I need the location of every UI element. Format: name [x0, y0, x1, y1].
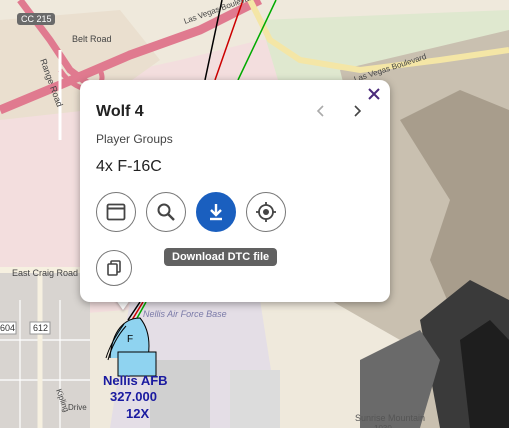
airbase-marker-letter: F — [127, 334, 133, 345]
download-icon — [210, 204, 222, 221]
popup-aircraft: 4x F-16C — [96, 158, 162, 175]
copy-icon — [107, 260, 121, 276]
label-sunrise-mountain: Sunrise Mountain — [355, 413, 425, 423]
copy-button[interactable] — [96, 250, 132, 286]
locate-button[interactable] — [246, 192, 286, 232]
chevron-left-icon — [316, 105, 324, 117]
label-route-604: 604 — [0, 323, 15, 333]
prev-button[interactable] — [310, 102, 332, 124]
open-window-button[interactable] — [96, 192, 136, 232]
label-nellis-afb-area: Nellis Air Force Base — [143, 309, 227, 319]
download-tooltip: Download DTC file — [164, 248, 278, 266]
search-button[interactable] — [146, 192, 186, 232]
label-sunrise-mountain-elev: 1030 — [374, 424, 392, 428]
chevron-right-icon — [354, 105, 362, 117]
download-dtc-button[interactable] — [196, 192, 236, 232]
search-icon — [157, 203, 175, 221]
airbase-frequency: 327.000 — [110, 389, 157, 404]
label-belt-road: Belt Road — [72, 34, 112, 44]
airbase-name: Nellis AFB — [103, 373, 168, 388]
next-button[interactable] — [346, 102, 368, 124]
label-east-craig-road: East Craig Road — [12, 268, 78, 278]
airbase-tacan: 12X — [126, 406, 149, 421]
close-icon — [368, 88, 380, 100]
crosshair-icon — [256, 202, 276, 222]
label-route-612: 612 — [33, 323, 48, 333]
popup-title: Wolf 4 — [96, 103, 144, 120]
close-button[interactable] — [364, 84, 384, 104]
window-icon — [106, 203, 126, 221]
label-cc215: CC 215 — [21, 14, 52, 24]
popup-subtitle: Player Groups — [96, 132, 173, 146]
label-drive: Drive — [68, 403, 87, 412]
group-popup: Wolf 4 Player Groups 4x F-16C — [80, 80, 390, 302]
